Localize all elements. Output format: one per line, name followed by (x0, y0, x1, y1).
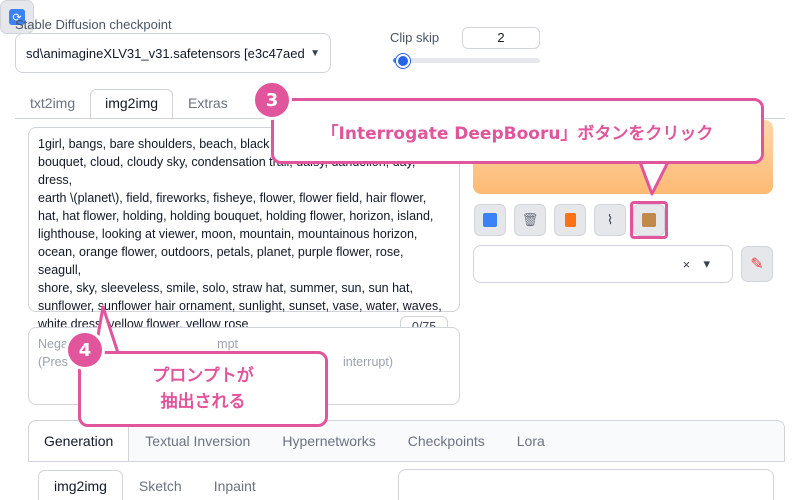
main-tabs: txt2img img2img Extras (15, 89, 243, 119)
prompt-line: sunflower, sunflower hair ornament, sunl… (38, 299, 442, 313)
pencil-icon: ✎ (750, 256, 764, 273)
step3-callout: 「Interrogate DeepBooru」ボタンをクリック (271, 98, 764, 164)
checkpoint-value: sd\animagineXLV31_v31.safetensors [e3c47… (26, 45, 305, 61)
step4-text-line1: プロンプトが (152, 366, 254, 386)
prompt-line: shore, sky, sleeveless, smile, solo, str… (38, 281, 413, 295)
subtab-img2img[interactable]: img2img (38, 470, 123, 500)
clip-skip-slider[interactable] (393, 58, 540, 63)
subtab-sketch[interactable]: Sketch (123, 470, 198, 500)
styles-dropdown[interactable]: × ▾ (473, 245, 733, 283)
clip-skip-thumb[interactable] (396, 54, 410, 68)
input-mode-tabs: img2img Sketch Inpaint (38, 470, 272, 500)
checkpoint-label: Stable Diffusion checkpoint (15, 17, 172, 32)
clip-skip-input[interactable]: 2 (462, 27, 540, 49)
clip-skip-label: Clip skip (390, 30, 440, 45)
arrow-icon[interactable] (474, 204, 506, 236)
prompt-line: hat, hat flower, holding, holding bouque… (38, 209, 434, 223)
prompt-line: ocean, orange flower, outdoors, petals, … (38, 245, 404, 277)
tab-checkpoints[interactable]: Checkpoints (392, 420, 501, 462)
negative-placeholder: Nega (38, 337, 68, 351)
clipboard-icon[interactable] (554, 204, 586, 236)
interrogate-highlight (630, 201, 668, 239)
tab-extras[interactable]: Extras (173, 89, 243, 119)
step3-badge: 3 (252, 80, 292, 120)
negative-hint: (Pres (38, 355, 68, 369)
clear-icon[interactable]: × (677, 255, 695, 273)
caret-down-icon: ▾ (703, 256, 710, 271)
step3-text: 「Interrogate DeepBooru」ボタンをクリック (321, 123, 714, 144)
prompt-line: lighthouse, looking at viewer, moon, mou… (38, 227, 418, 241)
edit-style-button[interactable]: ✎ (741, 246, 773, 282)
prompt-line: earth \(planet\), field, fireworks, fish… (38, 191, 427, 205)
paperclip-icon[interactable]: ⌇ (594, 204, 626, 236)
tab-txt2img[interactable]: txt2img (15, 89, 90, 119)
image-drop-area[interactable] (398, 469, 774, 500)
tab-lora[interactable]: Lora (501, 420, 561, 462)
trash-icon[interactable]: 🗑 (514, 204, 546, 236)
step4-badge: 4 (65, 330, 105, 370)
step4-callout: プロンプトが 抽出される (78, 351, 328, 427)
step4-text-line2: 抽出される (160, 392, 246, 412)
checkpoint-dropdown[interactable]: sd\animagineXLV31_v31.safetensors [e3c47… (15, 33, 331, 73)
subtab-inpaint[interactable]: Inpaint (198, 470, 272, 500)
negative-hint-tail: interrupt) (342, 355, 393, 369)
caret-down-icon: ▼ (310, 47, 320, 59)
tab-img2img[interactable]: img2img (90, 89, 174, 119)
